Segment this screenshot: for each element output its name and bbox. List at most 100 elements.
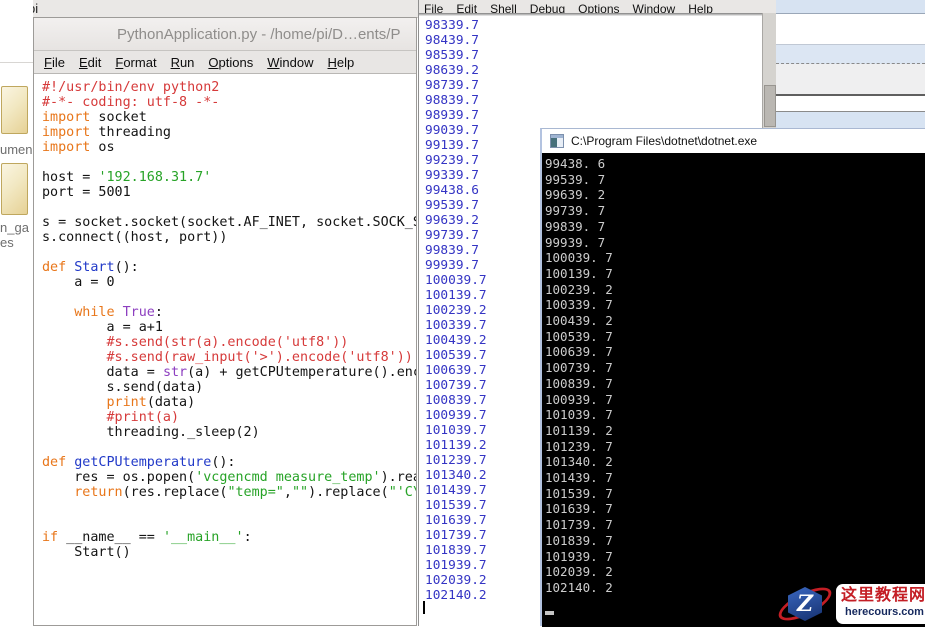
console-output-line: 101739. 7 [545, 517, 925, 533]
code-token: #s.send(raw_input('>').encode('utf8')) [42, 350, 413, 365]
console-output-line: 100739. 7 [545, 360, 925, 376]
code-token [42, 395, 107, 410]
code-token: (): [115, 260, 139, 275]
code-line [42, 500, 416, 515]
code-token: import [42, 140, 90, 155]
editor-menu-item[interactable]: Format [115, 55, 156, 70]
code-line: import threading [42, 125, 416, 140]
shell-output-line: 98539.7 [425, 48, 776, 63]
code-token: import [42, 110, 90, 125]
code-token: "'C\ [389, 485, 416, 500]
code-token: ).rea [381, 470, 416, 485]
console-output-line: 100239. 2 [545, 282, 925, 298]
editor-menu-item[interactable]: Run [171, 55, 195, 70]
code-token: socket [90, 110, 146, 125]
folder-label[interactable]: es [0, 236, 14, 250]
code-token: , [284, 485, 292, 500]
code-token: #-*- coding: utf-8 -*- [42, 95, 219, 110]
code-token: #print(a) [42, 410, 179, 425]
code-line [42, 440, 416, 455]
console-output-line: 100939. 7 [545, 392, 925, 408]
shell-output-line: 98639.2 [425, 63, 776, 78]
code-token: print [107, 395, 147, 410]
console-output-line: 101539. 7 [545, 486, 925, 502]
console-output[interactable]: 99438. 699539. 799639. 299739. 799839. 7… [542, 153, 925, 627]
folder-icon[interactable] [1, 163, 28, 215]
code-token: ).replace( [308, 485, 389, 500]
console-icon [550, 134, 564, 148]
code-token: threading [90, 125, 171, 140]
code-token: Start [74, 260, 114, 275]
code-token: res = os.popen( [42, 470, 195, 485]
shell-output-line: 98939.7 [425, 108, 776, 123]
console-output-line: 101639. 7 [545, 501, 925, 517]
sheet-row [776, 112, 925, 128]
folder-label[interactable]: umen [0, 143, 33, 157]
console-output-line: 102039. 2 [545, 564, 925, 580]
code-line: import socket [42, 110, 416, 125]
editor-menu-item[interactable]: Options [208, 55, 253, 70]
code-token: str [163, 365, 187, 380]
console-window: C:\Program Files\dotnet\dotnet.exe 99438… [540, 128, 925, 626]
sheet-row [776, 96, 925, 111]
editor-menu-item[interactable]: Edit [79, 55, 101, 70]
shell-output-line: 98339.7 [425, 18, 776, 33]
shell-output-line: 98439.7 [425, 33, 776, 48]
code-area[interactable]: #!/usr/bin/env python2#-*- coding: utf-8… [34, 74, 416, 560]
code-token: def [42, 260, 66, 275]
code-token: a = a+1 [42, 320, 163, 335]
sheet-row [776, 45, 925, 63]
shell-menu-item[interactable]: Debug [530, 2, 565, 13]
shell-menu-item[interactable]: File [424, 2, 443, 13]
code-token: s = socket.socket(socket.AF_INET, socket… [42, 215, 416, 230]
code-line: print(data) [42, 395, 416, 410]
shell-menu-item[interactable]: Help [688, 2, 713, 13]
code-token: 'vcgencmd measure_temp' [195, 470, 380, 485]
console-window-title: C:\Program Files\dotnet\dotnet.exe [571, 134, 757, 148]
folder-label[interactable]: n_ga [0, 221, 29, 235]
code-line: #print(a) [42, 410, 416, 425]
code-line: res = os.popen('vcgencmd measure_temp').… [42, 470, 416, 485]
code-token: def [42, 455, 66, 470]
code-line: s = socket.socket(socket.AF_INET, socket… [42, 215, 416, 230]
code-line: port = 5001 [42, 185, 416, 200]
scrollbar-thumb[interactable] [764, 85, 776, 127]
toolbar-divider [0, 62, 33, 63]
editor-menu-item[interactable]: Help [328, 55, 355, 70]
code-token [42, 305, 74, 320]
code-token: #!/usr/bin/env python2 [42, 80, 219, 95]
editor-window: PythonApplication.py - /home/pi/D…ents/P… [33, 17, 417, 626]
shell-menu-item[interactable]: Window [633, 2, 676, 13]
code-line: s.send(data) [42, 380, 416, 395]
console-output-line: 101239. 7 [545, 439, 925, 455]
shell-output-line: 98839.7 [425, 93, 776, 108]
code-token: "temp=" [227, 485, 283, 500]
code-token [115, 305, 123, 320]
shell-menu-item[interactable]: Shell [490, 2, 517, 13]
console-titlebar[interactable]: C:\Program Files\dotnet\dotnet.exe [542, 129, 925, 153]
console-output-line: 99438. 6 [545, 156, 925, 172]
editor-window-title: PythonApplication.py - /home/pi/D…ents/P [34, 26, 400, 43]
folder-icon[interactable] [1, 86, 28, 134]
code-token: '192.168.31.7' [98, 170, 211, 185]
code-token: (data) [147, 395, 195, 410]
code-token: (res.replace( [123, 485, 228, 500]
shell-menu-item[interactable]: Edit [456, 2, 477, 13]
editor-menu-item[interactable]: Window [267, 55, 313, 70]
editor-menu-item[interactable]: File [44, 55, 65, 70]
code-line: def getCPUtemperature(): [42, 455, 416, 470]
editor-titlebar[interactable]: PythonApplication.py - /home/pi/D…ents/P [34, 18, 416, 51]
code-line: threading._sleep(2) [42, 425, 416, 440]
filemanager-window: umen n_ga es [0, 0, 33, 626]
console-output-line: 101340. 2 [545, 454, 925, 470]
code-line: while True: [42, 305, 416, 320]
code-token: port = 5001 [42, 185, 131, 200]
watermark: 这里教程网 herecours.com Z [775, 582, 925, 626]
shell-menu-item[interactable]: Options [578, 2, 619, 13]
watermark-site-name: 这里教程网 [841, 587, 925, 605]
code-line: #s.send(raw_input('>').encode('utf8')) [42, 350, 416, 365]
console-output-line: 100039. 7 [545, 250, 925, 266]
code-token: data = [42, 365, 163, 380]
code-line: return(res.replace("temp=","").replace("… [42, 485, 416, 500]
code-token: (): [211, 455, 235, 470]
